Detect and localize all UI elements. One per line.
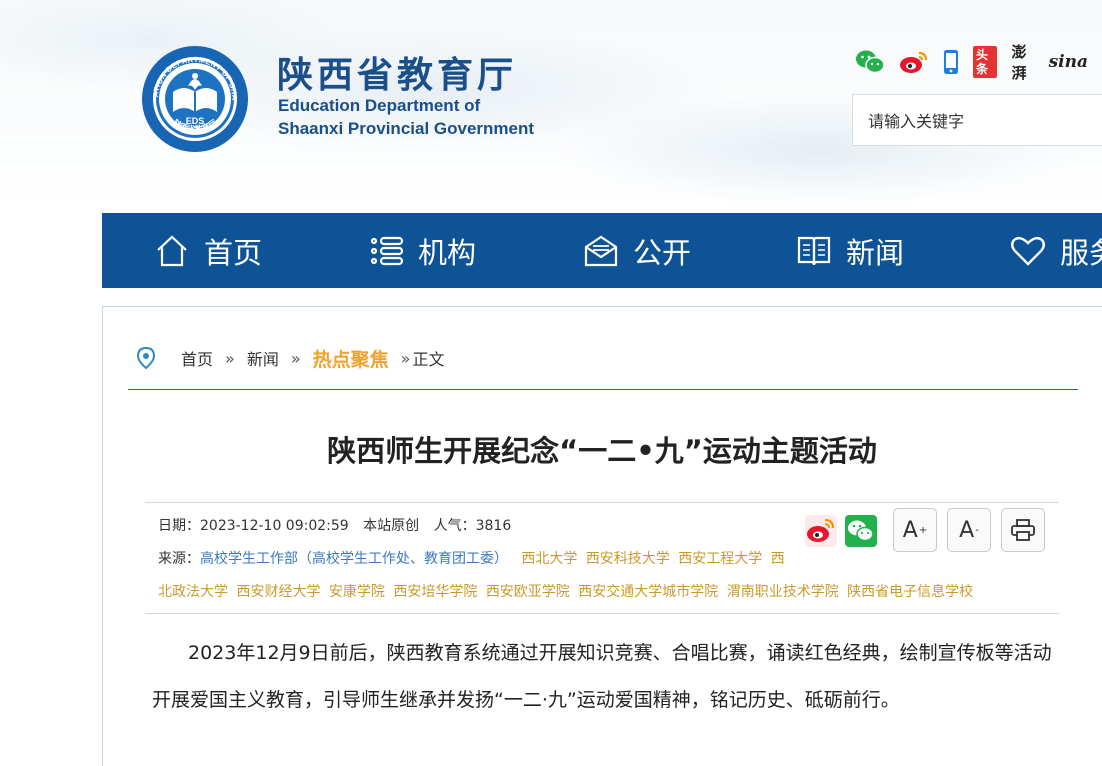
breadcrumb-hot-topics[interactable]: 热点聚焦 [313, 345, 389, 372]
nav-label-service: 服务 [1060, 235, 1102, 270]
source-school[interactable]: 西安科技大学 [586, 551, 670, 567]
source-school[interactable]: 北政法大学 [158, 584, 228, 600]
font-decrease-button[interactable]: A- [947, 508, 991, 552]
article-meta: 日期：2023-12-10 09:02:59 本站原创 人气：3816 [158, 515, 521, 535]
breadcrumb-separator: » [290, 348, 301, 368]
nav-label-org: 机构 [418, 235, 477, 270]
breadcrumb-separator: » [400, 348, 411, 368]
site-header: EDS EDUCATION DEPARTMENT OF SHAANXI 陕西省教… [0, 0, 1102, 213]
breadcrumb-news[interactable]: 新闻 [247, 346, 279, 370]
site-name-english[interactable]: Education Department of Shaanxi Provinci… [278, 94, 534, 140]
nav-item-org[interactable]: 机构 [370, 213, 476, 288]
search-input[interactable] [853, 95, 1100, 147]
article-source: 来源：高校学生工作部（高校学生工作处、教育团工委） 西北大学 西安科技大学 西安… [158, 548, 789, 568]
wechat-icon[interactable] [855, 49, 885, 75]
main-nav: 首页 机构 公开 新闻 服务 [102, 213, 1102, 288]
source-school[interactable]: 渭南职业技术学院 [727, 584, 839, 600]
list-icon [370, 236, 404, 265]
article-source-continued: 北政法大学 西安财经大学 安康学院 西安培华学院 西安欧亚学院 西安交通大学城市… [158, 581, 977, 601]
publish-date: 日期：2023-12-10 09:02:59 [158, 518, 349, 534]
search-box [852, 94, 1102, 147]
printer-icon [1011, 519, 1035, 541]
nav-item-home[interactable]: 首页 [154, 213, 262, 288]
nav-item-service[interactable]: 服务 [1010, 213, 1102, 288]
article-title: 陕西师生开展纪念“一二•九”运动主题活动 [327, 434, 877, 468]
article-body: 2023年12月9日前后，陕西教育系统通过开展知识竞赛、合唱比赛，诵读红色经典，… [152, 630, 1062, 724]
site-name-english-line1: Education Department of [278, 96, 481, 115]
breadcrumb-separator: » [225, 348, 235, 368]
source-school[interactable]: 西 [771, 551, 785, 567]
nav-label-open: 公开 [633, 235, 692, 270]
weibo-icon[interactable] [899, 49, 929, 75]
location-pin-icon [137, 347, 155, 369]
site-name-english-line2: Shaanxi Provincial Government [278, 119, 535, 138]
print-button[interactable] [1001, 508, 1045, 552]
social-links: 头条 澎湃 sina [855, 43, 1102, 82]
font-increase-button[interactable]: A + [893, 508, 937, 552]
source-main[interactable]: 高校学生工作部（高校学生工作处、教育团工委） [200, 551, 508, 567]
mail-icon [584, 235, 618, 266]
source-school[interactable]: 陕西省电子信息学校 [847, 584, 973, 600]
breadcrumb-home[interactable]: 首页 [181, 346, 213, 370]
breadcrumb-divider [128, 389, 1078, 390]
view-count: 人气：3816 [433, 518, 512, 534]
share-wechat-icon[interactable] [845, 515, 877, 547]
mobile-icon[interactable] [943, 49, 959, 75]
source-school[interactable]: 西安培华学院 [393, 584, 477, 600]
source-school[interactable]: 西安工程大学 [678, 551, 762, 567]
site-name-chinese[interactable]: 陕西省教育厅 [277, 46, 517, 98]
nav-label-home: 首页 [204, 235, 263, 270]
nav-item-open[interactable]: 公开 [583, 213, 691, 288]
source-school[interactable]: 西安欧亚学院 [486, 584, 570, 600]
book-icon [797, 236, 831, 265]
source-school[interactable]: 西安交通大学城市学院 [578, 584, 718, 600]
pengpai-icon[interactable]: 澎湃 [1011, 41, 1034, 83]
breadcrumb-current: 正文 [412, 350, 445, 369]
source-school[interactable]: 安康学院 [329, 584, 385, 600]
breadcrumb: 首页 » 新闻 » 热点聚焦 » 正文 [137, 343, 444, 373]
nav-item-news[interactable]: 新闻 [796, 213, 904, 288]
department-seal-logo[interactable]: EDS EDUCATION DEPARTMENT OF SHAANXI 陕西省教… [140, 44, 250, 154]
toutiao-icon[interactable]: 头条 [973, 46, 998, 78]
source-label: 来源： [158, 551, 200, 567]
nav-label-news: 新闻 [846, 235, 905, 270]
source-school[interactable]: 西北大学 [521, 551, 577, 567]
article-paragraph: 2023年12月9日前后，陕西教育系统通过开展知识竞赛、合唱比赛，诵读红色经典，… [152, 642, 1052, 711]
sina-icon[interactable]: sina [1049, 52, 1088, 72]
share-weibo-icon[interactable] [805, 515, 837, 547]
home-icon [157, 234, 187, 266]
origin-label: 本站原创 [363, 518, 420, 534]
source-school[interactable]: 西安财经大学 [236, 584, 320, 600]
heart-icon [1011, 236, 1045, 266]
